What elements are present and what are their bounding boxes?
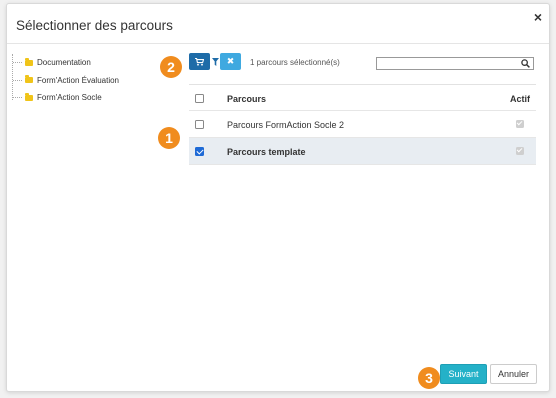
select-all-checkbox[interactable]: [195, 94, 204, 103]
step-badge-3: 3: [418, 367, 440, 389]
folder-tree: Documentation Form'Action Évaluation For…: [9, 54, 119, 107]
dialog-title: Sélectionner des parcours: [16, 18, 173, 33]
clear-selection-button[interactable]: ✖: [220, 53, 241, 70]
search-box: [376, 57, 534, 70]
folder-icon: [25, 57, 33, 66]
parcours-table: Parcours Actif Parcours FormAction Socle…: [189, 84, 536, 165]
tree-item-label: Form'Action Socle: [37, 93, 102, 103]
actif-checkbox: [516, 147, 524, 155]
tree-item-label: Documentation: [37, 58, 91, 68]
tree-item-label: Form'Action Évaluation: [37, 75, 120, 85]
folder-icon: [25, 92, 33, 101]
actif-checkbox: [516, 120, 524, 128]
step-badge-1: 1: [158, 127, 180, 149]
search-input[interactable]: [379, 58, 517, 69]
parcours-name: Parcours template: [227, 147, 306, 157]
column-header-actif: Actif: [510, 94, 530, 104]
folder-icon: [25, 75, 33, 84]
next-button[interactable]: Suivant: [440, 364, 487, 384]
cart-icon: [195, 57, 204, 66]
cart-button[interactable]: [189, 53, 210, 70]
search-icon[interactable]: [521, 59, 530, 68]
tree-item-documentation[interactable]: Documentation: [9, 54, 119, 72]
cancel-button[interactable]: Annuler: [490, 364, 537, 384]
filter-icon[interactable]: [212, 58, 219, 66]
dialog-header: Sélectionner des parcours ×: [7, 4, 549, 44]
table-row[interactable]: Parcours FormAction Socle 2: [189, 111, 536, 138]
tree-item-formaction-evaluation[interactable]: Form'Action Évaluation: [9, 72, 119, 90]
close-button[interactable]: ×: [534, 10, 542, 24]
row-checkbox[interactable]: [195, 120, 204, 129]
selected-count: 1 parcours sélectionné(s): [250, 58, 340, 67]
tree-item-formaction-socle[interactable]: Form'Action Socle: [9, 89, 119, 107]
step-badge-2: 2: [160, 56, 182, 78]
row-checkbox[interactable]: [195, 147, 204, 156]
column-header-parcours: Parcours: [227, 94, 267, 104]
table-header: Parcours Actif: [189, 85, 536, 111]
table-row[interactable]: Parcours template: [189, 138, 536, 165]
parcours-name: Parcours FormAction Socle 2: [227, 120, 345, 130]
